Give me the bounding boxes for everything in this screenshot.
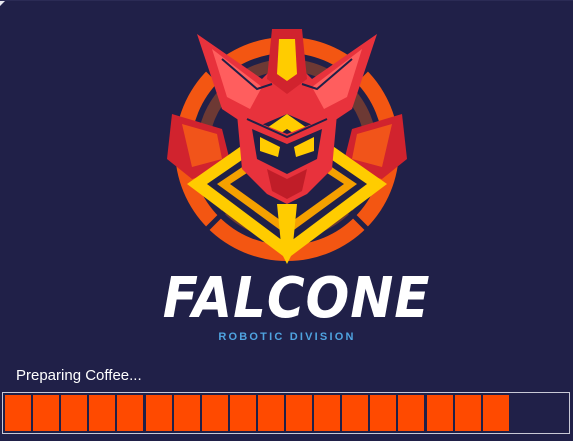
progress-segment bbox=[201, 395, 228, 431]
status-text: Preparing Coffee... bbox=[16, 367, 142, 384]
progress-segment bbox=[117, 395, 144, 431]
progress-segment bbox=[426, 395, 453, 431]
progress-segment bbox=[454, 395, 481, 431]
progress-segment bbox=[5, 395, 32, 431]
progress-segment bbox=[173, 395, 200, 431]
progress-segment bbox=[61, 395, 88, 431]
progress-segment bbox=[370, 395, 397, 431]
brand-subtitle: ROBOTIC DIVISION bbox=[218, 331, 356, 343]
progress-segment bbox=[398, 395, 425, 431]
progress-segment bbox=[286, 395, 313, 431]
progress-bar bbox=[2, 392, 570, 434]
progress-segments bbox=[5, 395, 567, 431]
brand-name: FALCONE bbox=[162, 266, 431, 331]
window-corner-marker bbox=[0, 1, 5, 6]
splash-window: FALCONE ROBOTIC DIVISION Preparing Coffe… bbox=[0, 0, 573, 441]
progress-segment bbox=[145, 395, 172, 431]
progress-segment bbox=[342, 395, 369, 431]
progress-segment bbox=[482, 395, 509, 431]
progress-segment bbox=[33, 395, 60, 431]
progress-segment bbox=[229, 395, 256, 431]
progress-segment bbox=[257, 395, 284, 431]
progress-segment bbox=[89, 395, 116, 431]
progress-segment bbox=[314, 395, 341, 431]
